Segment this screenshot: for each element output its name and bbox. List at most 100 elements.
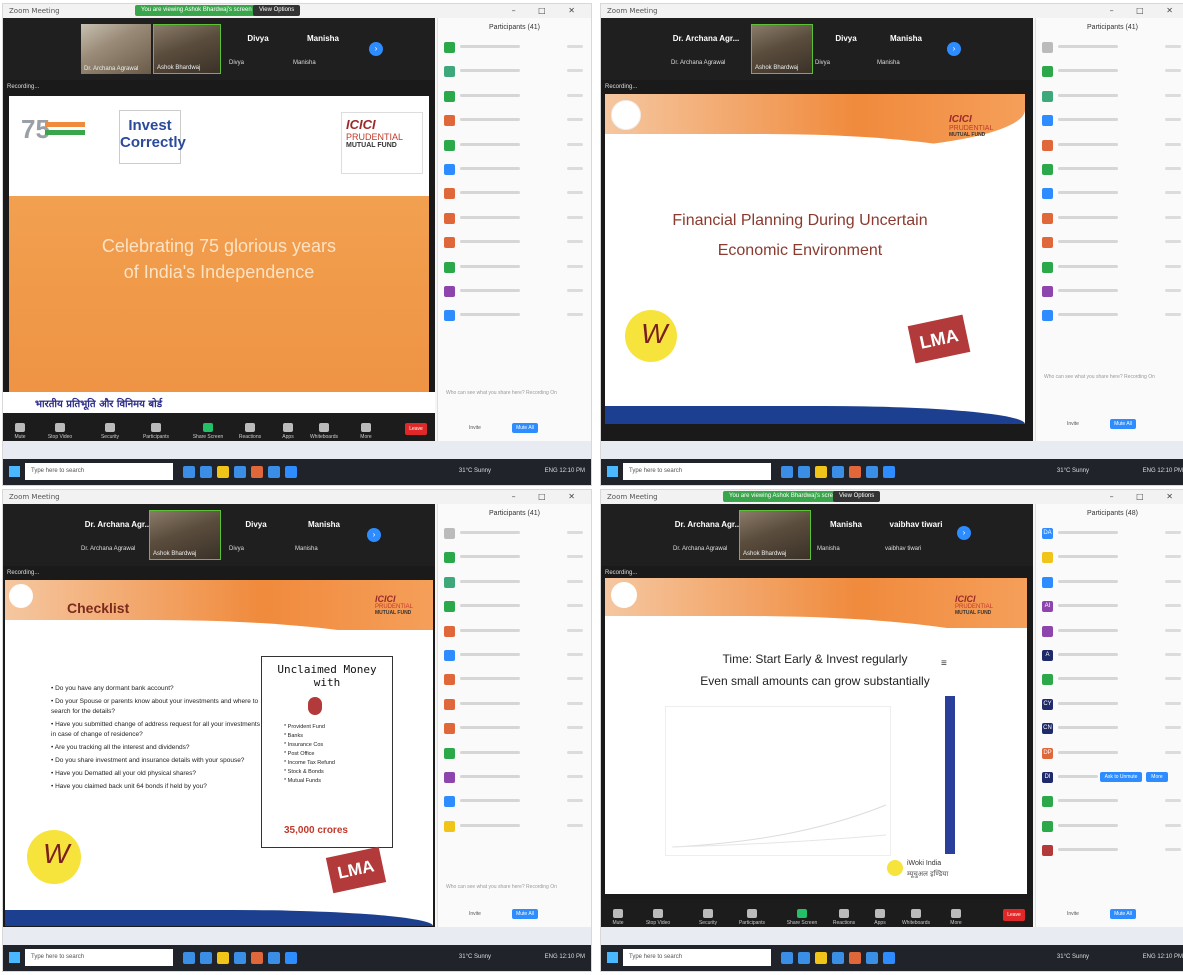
participant-row[interactable]	[1036, 109, 1183, 133]
app-icon[interactable]	[217, 466, 229, 478]
weather-widget[interactable]: 31°C Sunny	[459, 468, 491, 474]
app-icon[interactable]	[781, 952, 793, 964]
app-icon[interactable]	[200, 952, 212, 964]
app-icon[interactable]	[849, 952, 861, 964]
app-icon[interactable]	[781, 466, 793, 478]
app-icon[interactable]	[883, 952, 895, 964]
share-screen-button[interactable]: Share Screen	[191, 423, 225, 440]
whiteboards-button[interactable]: Whiteboards	[899, 909, 933, 926]
participant-row[interactable]	[438, 134, 591, 158]
app-icon[interactable]	[849, 466, 861, 478]
app-icon[interactable]	[815, 466, 827, 478]
participant-row[interactable]	[438, 790, 591, 814]
share-screen-button[interactable]: Share Screen	[785, 909, 819, 926]
participant-row[interactable]: DA	[1036, 522, 1183, 546]
app-icon[interactable]	[866, 952, 878, 964]
participant-row[interactable]	[1036, 790, 1183, 814]
participant-row[interactable]	[438, 742, 591, 766]
participant-row[interactable]	[438, 595, 591, 619]
app-icon[interactable]	[832, 952, 844, 964]
participant-row[interactable]: AI	[1036, 595, 1183, 619]
participant-row[interactable]	[438, 158, 591, 182]
invite-button[interactable]: Invite	[1058, 909, 1088, 919]
app-icon[interactable]	[815, 952, 827, 964]
taskbar-search[interactable]: Type here to search	[623, 949, 771, 966]
participant-row[interactable]: CN	[1036, 717, 1183, 741]
participant-row[interactable]	[1036, 36, 1183, 60]
participant-row[interactable]	[1036, 620, 1183, 644]
participant-row[interactable]	[1036, 85, 1183, 109]
invite-button[interactable]: Invite	[460, 423, 490, 433]
video-tile[interactable]: Dr. Archana Agrawal	[81, 24, 151, 74]
window-controls[interactable]: – □ ✕	[512, 6, 585, 15]
stop-video-button[interactable]: Stop Video	[43, 423, 77, 440]
taskbar-search[interactable]: Type here to search	[25, 463, 173, 480]
app-icon[interactable]	[183, 952, 195, 964]
system-tray[interactable]: ENG 12:10 PM	[1143, 954, 1183, 960]
participant-row[interactable]	[438, 766, 591, 790]
weather-widget[interactable]: 31°C Sunny	[1057, 954, 1089, 960]
participant-row[interactable]	[1036, 571, 1183, 595]
security-button[interactable]: Security	[93, 423, 127, 440]
participant-row[interactable]: CY	[1036, 693, 1183, 717]
windows-start-icon[interactable]	[9, 466, 20, 477]
next-page-icon[interactable]: ›	[369, 42, 383, 56]
mute-all-button[interactable]: Mute All	[512, 423, 538, 433]
mute-all-button[interactable]: Mute All	[512, 909, 538, 919]
view-options-button[interactable]: View Options	[833, 491, 881, 502]
app-icon[interactable]	[217, 952, 229, 964]
participant-row[interactable]	[1036, 256, 1183, 280]
more-button[interactable]: More	[1146, 771, 1168, 782]
mute-all-button[interactable]: Mute All	[1110, 909, 1136, 919]
participant-row[interactable]	[1036, 60, 1183, 84]
participant-row[interactable]	[438, 815, 591, 839]
more-button[interactable]: More	[939, 909, 973, 926]
participant-row[interactable]	[438, 546, 591, 570]
participant-row-selected[interactable]: DI Ask to Unmute More	[1036, 766, 1183, 790]
participant-row[interactable]	[438, 60, 591, 84]
system-tray[interactable]: ENG 12:10 PM	[545, 954, 585, 960]
reactions-button[interactable]: Reactions	[233, 423, 267, 440]
participant-row[interactable]	[438, 207, 591, 231]
app-icon[interactable]	[883, 466, 895, 478]
invite-button[interactable]: Invite	[460, 909, 490, 919]
app-icon[interactable]	[268, 952, 280, 964]
participant-row[interactable]	[438, 231, 591, 255]
participant-row[interactable]: A	[1036, 644, 1183, 668]
participant-row[interactable]	[438, 280, 591, 304]
windows-start-icon[interactable]	[607, 952, 618, 963]
system-tray[interactable]: ENG 12:10 PM	[1143, 468, 1183, 474]
app-icon[interactable]	[798, 952, 810, 964]
next-page-icon[interactable]: ›	[957, 526, 971, 540]
view-options-button[interactable]: View Options	[253, 5, 301, 16]
participants-button[interactable]: Participants	[735, 909, 769, 926]
app-icon[interactable]	[251, 952, 263, 964]
app-icon[interactable]	[200, 466, 212, 478]
participants-button[interactable]: Participants	[139, 423, 173, 440]
windows-start-icon[interactable]	[607, 466, 618, 477]
participant-row[interactable]	[1036, 158, 1183, 182]
participant-row[interactable]	[438, 668, 591, 692]
apps-button[interactable]: Apps	[863, 909, 897, 926]
participant-row[interactable]	[438, 85, 591, 109]
participant-row[interactable]	[1036, 815, 1183, 839]
participant-row[interactable]	[438, 522, 591, 546]
participant-row[interactable]	[1036, 231, 1183, 255]
next-page-icon[interactable]: ›	[367, 528, 381, 542]
invite-button[interactable]: Invite	[1058, 419, 1088, 429]
app-icon[interactable]	[285, 466, 297, 478]
participant-row[interactable]: DP	[1036, 742, 1183, 766]
more-button[interactable]: More	[349, 423, 383, 440]
taskbar-search[interactable]: Type here to search	[623, 463, 771, 480]
app-icon[interactable]	[832, 466, 844, 478]
app-icon[interactable]	[183, 466, 195, 478]
participant-row[interactable]	[1036, 839, 1183, 863]
ask-to-unmute-button[interactable]: Ask to Unmute	[1100, 771, 1142, 782]
participant-row[interactable]	[438, 109, 591, 133]
windows-start-icon[interactable]	[9, 952, 20, 963]
taskbar-search[interactable]: Type here to search	[25, 949, 173, 966]
apps-button[interactable]: Apps	[271, 423, 305, 440]
app-icon[interactable]	[268, 466, 280, 478]
participant-row[interactable]	[1036, 280, 1183, 304]
participant-row[interactable]	[438, 620, 591, 644]
